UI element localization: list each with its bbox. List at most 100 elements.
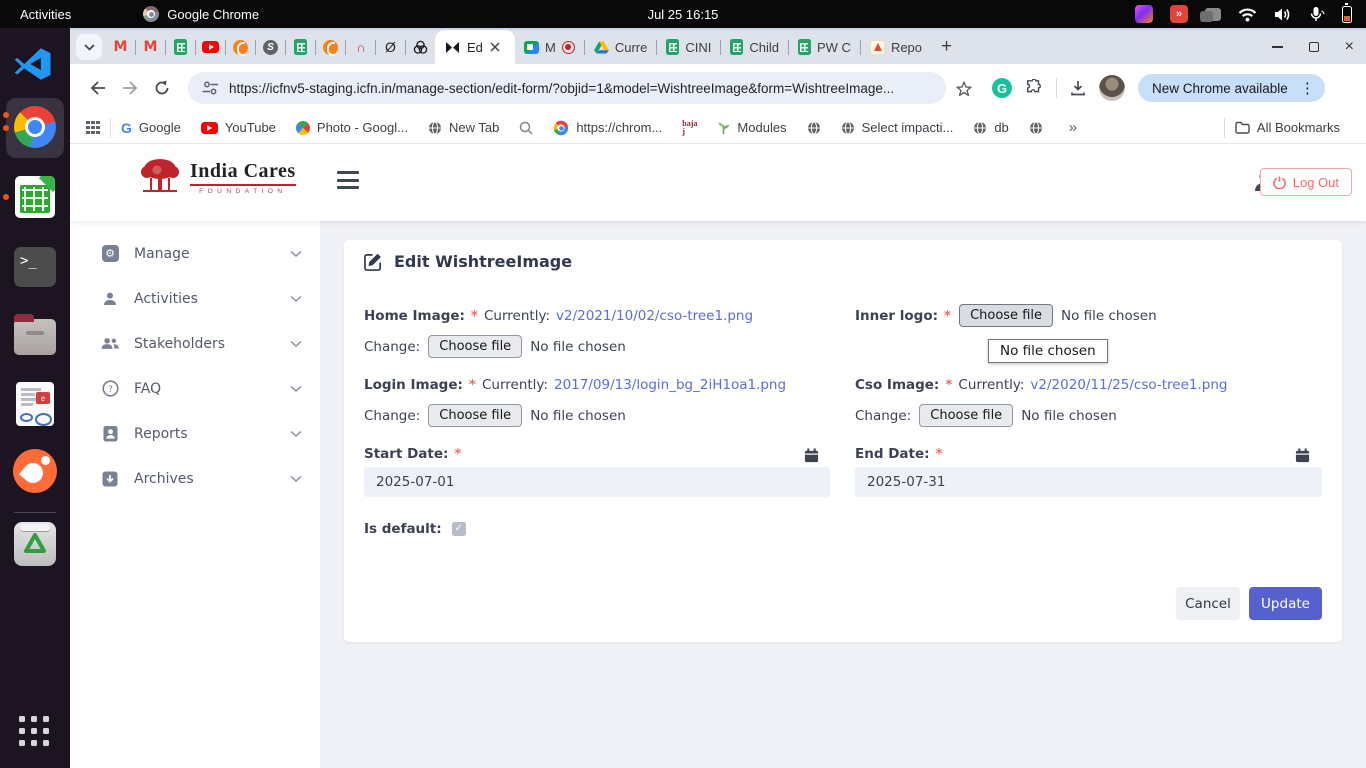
bookmark-modules[interactable]: Modules [717,120,786,135]
show-applications-button[interactable] [19,716,51,748]
sidebar-item-label: Archives [134,471,194,487]
anydesk-icon[interactable]: » [1170,5,1188,23]
battery-icon[interactable] [1342,6,1352,23]
sidebar-item-reports[interactable]: Reports [70,411,320,456]
bookmarks-overflow-chevron[interactable]: » [1069,119,1077,136]
pinned-tab-gmail[interactable]: M [136,32,165,62]
trash-dock-icon[interactable] [11,520,59,568]
login-image-current-link[interactable]: 2017/09/13/login_bg_2iH1oa1.png [554,377,786,393]
is-default-checkbox[interactable]: ✓ [452,522,466,536]
inner-logo-choose-file-button[interactable]: Choose file [959,304,1053,327]
pinned-tab-swiggy[interactable] [316,32,345,62]
restore-icon[interactable] [1309,42,1319,52]
profile-avatar[interactable] [1099,75,1125,101]
apps-grid-icon[interactable] [86,121,100,135]
bookmark-db[interactable]: db [973,120,1008,135]
close-tab-icon[interactable] [490,42,500,52]
bookmark-new-tab[interactable]: New Tab [428,120,499,135]
address-bar[interactable]: https://icfnv5-staging.icfn.in/manage-se… [188,72,946,104]
sidebar-item-activities[interactable]: Activities [70,276,320,321]
bookmark-search[interactable] [519,121,533,135]
volume-icon[interactable] [1274,7,1292,22]
pinned-tab-red-arch[interactable]: ∩ [346,32,375,62]
active-tab[interactable]: Ed [435,30,515,64]
tab-repo[interactable]: Repo [861,40,931,55]
document-viewer-dock-icon[interactable]: e [11,380,59,428]
bookmark-globe[interactable] [1029,121,1043,135]
logout-button[interactable]: Log Out [1260,168,1352,196]
new-tab-button[interactable]: + [941,36,952,58]
reload-button[interactable] [148,74,176,102]
sidebar-item-stakeholders[interactable]: Stakeholders [70,321,320,366]
chat-icon[interactable] [1205,8,1221,21]
libreoffice-calc-dock-icon[interactable] [11,173,59,221]
globe-icon [841,121,855,135]
cancel-button[interactable]: Cancel [1176,587,1240,620]
focused-app-indicator[interactable]: Google Chrome [143,6,259,22]
update-button[interactable]: Update [1249,587,1322,620]
bookmark-photos[interactable]: Photo - Googl... [296,120,408,135]
close-window-icon[interactable]: × [1345,39,1354,55]
grammarly-icon[interactable]: G [992,78,1012,98]
postman-dock-icon[interactable] [11,447,59,495]
wifi-icon[interactable] [1238,7,1257,22]
pinned-tab-sheets[interactable] [286,32,315,62]
chrome-menu-kebab-icon[interactable]: ⋮ [1296,81,1319,96]
download-icon[interactable] [1070,80,1086,96]
end-date-input[interactable] [855,467,1322,497]
person-icon [100,291,120,307]
cso-image-current-link[interactable]: v2/2020/11/25/cso-tree1.png [1030,377,1227,393]
site-settings-icon[interactable] [202,81,219,95]
url-text[interactable]: https://icfnv5-staging.icfn.in/manage-se… [229,81,894,96]
pinned-tab-swiggy[interactable] [226,32,255,62]
menu-toggle-button[interactable] [337,171,359,189]
sidebar-item-manage[interactable]: ⚙ Manage [70,231,320,276]
bookmark-globe[interactable] [807,121,821,135]
pinned-tab-sheets[interactable] [166,32,195,62]
bookmark-chrome-link[interactable]: https://chrom... [553,120,662,136]
activities-button[interactable]: Activities [20,7,71,22]
forward-button[interactable] [116,74,144,102]
all-bookmarks-button[interactable]: All Bookmarks [1235,120,1340,135]
prism-cube-icon[interactable] [1135,5,1153,23]
bookmark-select-impact[interactable]: Select impacti... [841,120,954,135]
tab-drive[interactable]: Curre [585,40,657,55]
minimize-icon[interactable] [1272,46,1283,48]
bookmark-star-icon[interactable] [950,74,978,102]
end-date-label-row: End Date:* [855,446,943,462]
tab-sheet-child[interactable]: Child [721,39,788,55]
extensions-puzzle-icon[interactable] [1025,79,1043,97]
microphone-icon[interactable] [1309,6,1325,22]
bookmark-bajaj[interactable]: bajaj [682,120,697,136]
home-image-choose-file-button[interactable]: Choose file [428,335,522,358]
clock[interactable]: Jul 25 16:15 [648,7,719,22]
start-date-input[interactable] [364,467,830,497]
sidebar-item-faq[interactable]: ? FAQ [70,366,320,411]
bookmark-google[interactable]: G Google [121,120,181,136]
tab-sheet-pw[interactable]: PW C [789,39,860,55]
tab-search-button[interactable] [76,34,102,60]
chrome-dock-icon[interactable] [11,103,59,151]
pinned-tab-gmail[interactable]: M [106,32,135,62]
chrome-update-button[interactable]: New Chrome available ⋮ [1138,74,1325,102]
tab-meet[interactable]: M [515,40,584,55]
login-image-choose-file-button[interactable]: Choose file [428,404,522,427]
calendar-icon[interactable] [804,448,819,463]
pinned-tab-spiral[interactable] [406,32,435,62]
terminal-dock-icon[interactable]: >_ [11,243,59,291]
cso-image-choose-file-button[interactable]: Choose file [919,404,1013,427]
tab-sheet-cini[interactable]: CINI [657,39,720,55]
system-tray[interactable]: » [1135,5,1352,23]
brand-logo[interactable]: India Cares FOUNDATION [138,156,296,198]
files-dock-icon[interactable] [11,313,59,361]
sidebar-item-archives[interactable]: Archives [70,456,320,501]
pinned-tab-youtube[interactable] [196,32,225,62]
pinned-tab-dark-globe[interactable]: S [256,32,285,62]
calendar-icon[interactable] [1295,448,1310,463]
home-image-current-link[interactable]: v2/2021/10/02/cso-tree1.png [556,308,753,324]
pinned-tab-null-set[interactable]: Ø [376,32,405,62]
back-button[interactable] [84,74,112,102]
end-date-label: End Date: [855,446,930,462]
vscode-dock-icon[interactable] [11,42,55,86]
bookmark-youtube[interactable]: YouTube [201,120,276,135]
